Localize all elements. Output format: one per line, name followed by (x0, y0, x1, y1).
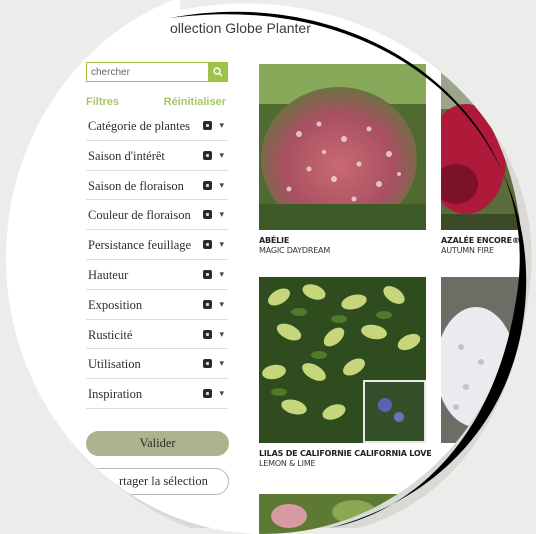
reset-filters-link[interactable]: Réinitialiser (164, 96, 226, 108)
search-icon (213, 67, 223, 77)
filter-bloom-season[interactable]: Saison de floraison ▾ (86, 171, 228, 201)
magnified-view: ollection Globe Planter Filtres Réinitia… (6, 0, 522, 534)
filter-label: Hauteur (88, 267, 129, 282)
filter-label: Couleur de floraison (88, 208, 191, 223)
product-image-5[interactable] (259, 494, 426, 534)
filter-label: Exposition (88, 297, 143, 312)
webpage: ollection Globe Planter Filtres Réinitia… (6, 0, 522, 534)
chevron-down-icon: ▾ (219, 209, 224, 220)
filter-exposure[interactable]: Exposition ▾ (86, 290, 228, 320)
product-name[interactable]: LILAS DE CALIFORNIE CALIFORNIA LOVE (259, 449, 432, 459)
chevron-down-icon: ▾ (219, 120, 224, 130)
question-icon[interactable] (203, 180, 212, 190)
question-icon[interactable] (203, 150, 212, 160)
page-title: ollection Globe Planter (170, 20, 311, 36)
question-icon[interactable] (203, 389, 212, 399)
product-caption: ABÉLIE MAGIC DAYDREAM (259, 236, 330, 256)
filter-usage[interactable]: Utilisation ▾ (86, 349, 228, 380)
chevron-down-icon: ▾ (219, 268, 224, 279)
question-icon[interactable] (203, 269, 212, 279)
product-cultivar: AUTUMN FIRE (441, 246, 494, 255)
filter-label: Utilisation (88, 357, 141, 372)
filter-inspiration[interactable]: Inspiration ▾ (86, 379, 228, 409)
filter-label: Saison d'intérêt (88, 148, 165, 163)
filter-bloom-color[interactable]: Couleur de floraison ▾ (86, 200, 228, 231)
search-box (86, 62, 228, 82)
question-icon[interactable] (203, 359, 212, 369)
filter-foliage[interactable]: Persistance feuillage ▾ (86, 230, 228, 260)
product-image-abelia[interactable] (259, 64, 426, 230)
product-cultivar: MAGIC DAYDREAM (259, 246, 331, 255)
product-image-ceanothus[interactable] (259, 277, 426, 443)
filters-header: Filtres Réinitialiser (86, 96, 226, 108)
product-image-4[interactable] (441, 277, 522, 443)
filter-category[interactable]: Catégorie de plantes ▾ (86, 111, 228, 141)
filter-label: Inspiration (88, 387, 143, 402)
product-cultivar: LEMON & LIME (259, 459, 316, 468)
product-name[interactable]: AZALÉE ENCORE® (441, 236, 520, 246)
product-image-azalea[interactable] (441, 64, 522, 230)
search-button[interactable] (208, 62, 228, 82)
product-caption: AZALÉE ENCORE® AUTUMN FIRE (441, 236, 520, 256)
chevron-down-icon: ▾ (219, 388, 224, 399)
chevron-down-icon: ▾ (219, 358, 224, 369)
filter-label: Catégorie de plantes (88, 119, 191, 133)
filter-interest-season[interactable]: Saison d'intérêt ▾ (86, 141, 228, 171)
chevron-down-icon: ▾ (219, 298, 224, 309)
chevron-down-icon: ▾ (219, 328, 224, 339)
chevron-down-icon: ▾ (219, 239, 224, 250)
chevron-down-icon: ▾ (219, 149, 224, 160)
product-caption: LILAS DE CALIFORNIE CALIFORNIA LOVE LEMO… (259, 449, 432, 469)
search-input[interactable] (87, 63, 211, 81)
filter-label: Rusticité (88, 327, 133, 342)
validate-button[interactable]: Valider (86, 431, 229, 456)
question-icon[interactable] (203, 240, 212, 250)
product-name[interactable]: ABÉLIE (259, 236, 330, 246)
filter-list: Catégorie de plantes ▾ Saison d'intérêt ▾ … (86, 111, 228, 409)
question-icon[interactable] (203, 299, 212, 309)
question-icon[interactable] (203, 329, 212, 339)
question-icon[interactable] (203, 121, 212, 130)
filter-label: Persistance feuillage (88, 238, 192, 253)
filter-label: Saison de floraison (88, 178, 184, 193)
question-icon[interactable] (203, 210, 212, 220)
filters-heading: Filtres (86, 96, 120, 108)
filter-height[interactable]: Hauteur ▾ (86, 260, 228, 290)
filter-hardiness[interactable]: Rusticité ▾ (86, 320, 228, 350)
chevron-down-icon: ▾ (219, 179, 224, 190)
share-selection-button[interactable]: rtager la sélection (84, 468, 229, 495)
